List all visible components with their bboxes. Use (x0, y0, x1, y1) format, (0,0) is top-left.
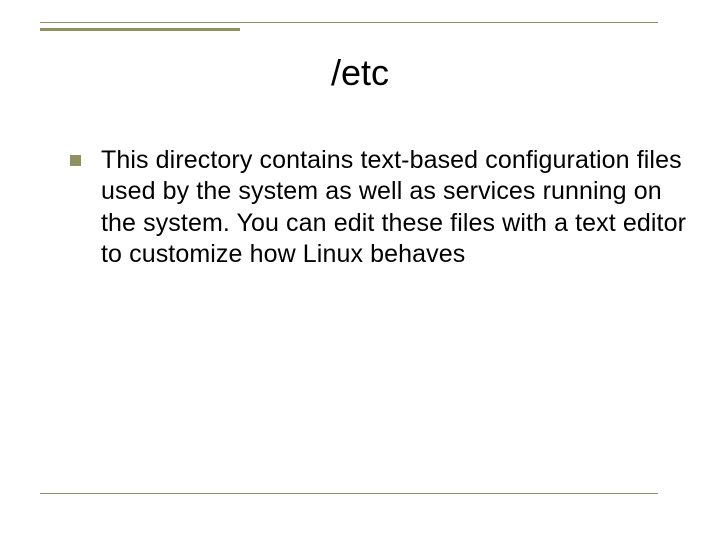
slide-title: /etc (0, 52, 720, 94)
top-border-line (40, 22, 658, 23)
top-accent-line (40, 28, 240, 31)
bullet-text: This directory contains text-based confi… (101, 145, 690, 270)
slide-container: /etc This directory contains text-based … (0, 0, 720, 540)
square-bullet-icon (70, 155, 81, 166)
content-area: This directory contains text-based confi… (70, 145, 690, 270)
bottom-border-line (40, 493, 658, 494)
bullet-item: This directory contains text-based confi… (70, 145, 690, 270)
